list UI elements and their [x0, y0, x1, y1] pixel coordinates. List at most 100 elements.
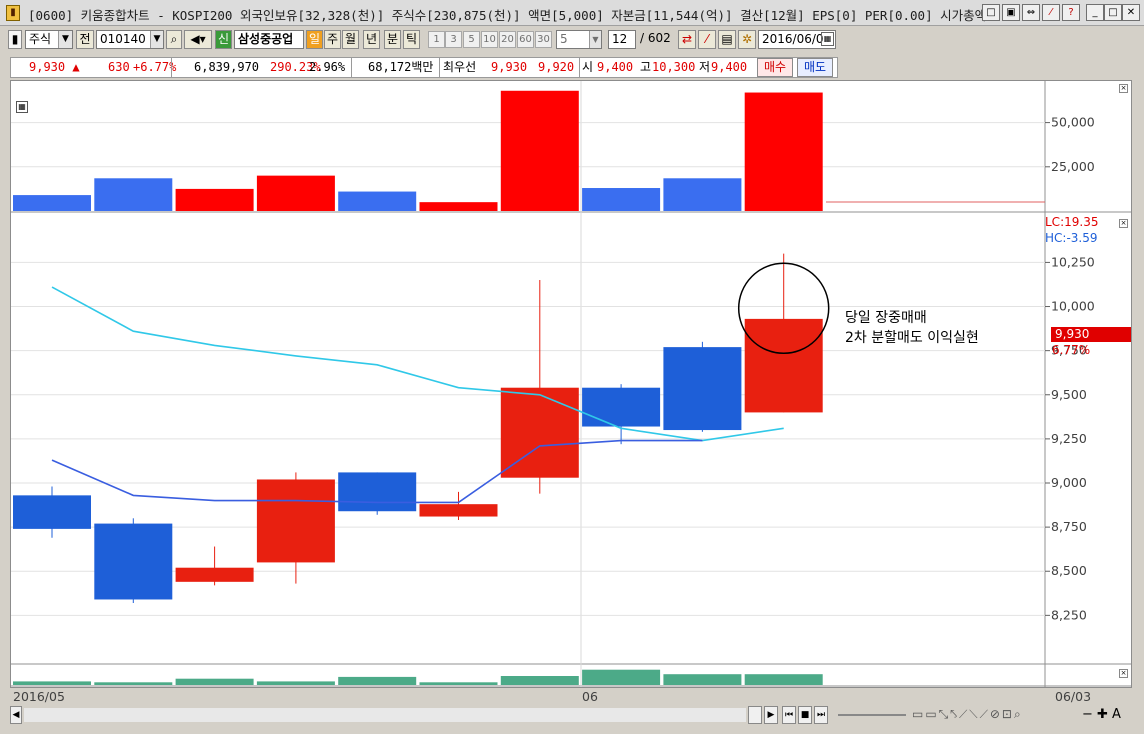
candle-body — [663, 347, 742, 431]
annotation-line1: 당일 장중매매 — [845, 310, 927, 326]
grid-icon[interactable]: ▦ — [16, 101, 28, 113]
drawing-tools-icon[interactable]: ▭▭⤡⤣⟋⟍⟋⊘⊡⌕ — [912, 707, 1023, 722]
current-price-tag-value: 9,930 — [1055, 327, 1090, 341]
search-icon[interactable]: ⌕ — [166, 30, 182, 49]
price-change-pct: +6.77% — [133, 60, 177, 74]
buy-button[interactable]: 매수 — [757, 58, 793, 77]
axis-ticks: 50,00025,00010,25010,0009,7509,5009,2509… — [1045, 115, 1095, 622]
pin-icon[interactable]: ▮ — [8, 30, 22, 49]
interval-1[interactable]: 1 — [428, 31, 445, 48]
date-input[interactable]: 2016/06/0 ▦ — [758, 30, 836, 49]
maximize-button[interactable]: □ — [1104, 4, 1122, 21]
interval-20[interactable]: 20 — [499, 31, 516, 48]
y-tick-label: 8,250 — [1051, 607, 1087, 622]
y-tick-label: 8,500 — [1051, 563, 1087, 578]
low-label: 저 — [699, 60, 711, 74]
interval-custom[interactable]: 5 ▼ — [556, 30, 602, 49]
gear-icon[interactable]: ✲ — [738, 30, 756, 49]
y-tick-label: 8,750 — [1051, 519, 1087, 534]
stop-icon[interactable]: ■ — [798, 706, 812, 724]
y-tick-label: 50,000 — [1051, 115, 1095, 130]
period-year[interactable]: 년 — [363, 30, 380, 49]
divider — [579, 58, 580, 77]
y-tick-label: 25,000 — [1051, 159, 1095, 174]
date-value: 2016/06/0 — [762, 32, 824, 46]
price-change: 630 — [108, 60, 130, 74]
chart-svg[interactable]: 50,00025,00010,25010,0009,7509,5009,2509… — [11, 81, 1131, 687]
screen-icon[interactable]: ▣ — [1002, 4, 1020, 21]
bottom-bar: ◀ ▶ ⏮ ■ ⏭ ▭▭⤡⤣⟋⟍⟋⊘⊡⌕ − ✚ A — [10, 706, 1132, 726]
chart-area[interactable]: 50,000 25,000 10,250 10,000 9,750 9,500 9,250 9… — [10, 80, 1132, 704]
open-price: 9,400 — [597, 60, 634, 74]
chart-line-icon[interactable]: ⁄ — [698, 30, 716, 49]
volume-bottom-bar — [256, 681, 335, 685]
scroll-thumb[interactable] — [748, 706, 762, 724]
layout-icon[interactable]: □ — [982, 4, 1000, 21]
chart-toolbar: ▮ 주식 ▼ 전 010140 ▼ ⌕ ◀▾ 신 삼성중공업 일 주 월 년 분… — [8, 28, 838, 52]
close-pane-icon[interactable]: × — [1119, 84, 1128, 93]
arrows-icon[interactable]: ⇄ — [678, 30, 696, 49]
period-week[interactable]: 주 — [324, 30, 341, 49]
volume-bar — [500, 90, 579, 211]
volume-bar — [582, 188, 661, 211]
link-icon[interactable]: ⇔ — [1022, 4, 1040, 21]
interval-5[interactable]: 5 — [463, 31, 480, 48]
period-tick[interactable]: 틱 — [403, 30, 420, 49]
interval-10[interactable]: 10 — [481, 31, 498, 48]
zoom-slider[interactable] — [838, 714, 906, 716]
first-icon[interactable]: ⏮ — [782, 706, 796, 724]
total-count: / 602 — [640, 31, 671, 45]
sell-button[interactable]: 매도 — [797, 58, 833, 77]
period-minute[interactable]: 분 — [384, 30, 401, 49]
calendar-icon[interactable]: ▦ — [821, 32, 834, 46]
lc-label: LC:19.35 — [1045, 215, 1099, 229]
chevron-down-icon[interactable]: ▼ — [150, 31, 163, 48]
volume-bottom-bar — [419, 682, 498, 685]
hc-label: HC:-3.59 — [1045, 231, 1098, 245]
candle-body — [256, 479, 335, 563]
prev-button[interactable]: 전 — [76, 30, 94, 49]
stock-name: 삼성중공업 — [234, 30, 304, 49]
interval-60[interactable]: 60 — [517, 31, 534, 48]
interval-3[interactable]: 3 — [445, 31, 462, 48]
close-pane-icon[interactable]: × — [1119, 219, 1128, 228]
scroll-right-icon[interactable]: ▶ — [764, 706, 778, 724]
app-icon[interactable]: ▮ — [6, 5, 20, 21]
scroll-left-icon[interactable]: ◀ — [10, 706, 22, 724]
chevron-down-icon[interactable]: ▼ — [58, 31, 72, 48]
period-day[interactable]: 일 — [306, 30, 323, 49]
code-input[interactable]: 010140 ▼ — [96, 30, 164, 49]
open-label: 시 — [582, 60, 594, 74]
save-icon[interactable]: ▤ — [718, 30, 736, 49]
volume-bottom-bar — [500, 676, 579, 685]
volume-bottom-bar — [175, 678, 254, 685]
pen-icon[interactable]: ⁄ — [1042, 4, 1060, 21]
close-button[interactable]: ✕ — [1122, 4, 1140, 21]
chevron-down-icon[interactable]: ▼ — [589, 31, 601, 48]
high-label: 고 — [640, 60, 652, 74]
interval-30[interactable]: 30 — [535, 31, 552, 48]
speaker-icon[interactable]: ◀▾ — [184, 30, 212, 49]
volume-bar — [13, 195, 91, 211]
help-icon[interactable]: ? — [1062, 4, 1080, 21]
turnover: 2.96% — [309, 60, 346, 74]
best-label: 최우선 — [443, 60, 477, 74]
y-tick-label: 9,500 — [1051, 387, 1087, 402]
current-pct-label: 6.77% — [1052, 343, 1091, 357]
window-title: [0600] 키움종합차트 - KOSPI200 외국인보유[32,328(천)… — [28, 8, 987, 23]
new-button[interactable]: 신 — [215, 30, 232, 49]
market-select[interactable]: 주식 ▼ — [25, 30, 73, 49]
title-bar: ▮ [0600] 키움종합차트 - KOSPI200 외국인보유[32,328(… — [0, 0, 1144, 26]
best-bid: 9,920 — [538, 60, 575, 74]
scroll-track[interactable] — [24, 708, 746, 722]
zoom-controls[interactable]: − ✚ A — [1082, 707, 1121, 722]
market-label: 주식 — [29, 32, 52, 46]
close-pane-icon[interactable]: × — [1119, 669, 1128, 678]
last-icon[interactable]: ⏭ — [814, 706, 828, 724]
quote-bar: 9,930 ▲ 630 +6.77% 6,839,970 290.23% 2.9… — [10, 57, 838, 78]
period-month[interactable]: 월 — [342, 30, 359, 49]
minimize-button[interactable]: _ — [1086, 4, 1104, 21]
count-input[interactable]: 12 — [608, 30, 636, 49]
annotation-line2: 2차 분할매도 이익실현 — [845, 330, 979, 346]
x-label-start: 2016/05 — [13, 689, 65, 704]
